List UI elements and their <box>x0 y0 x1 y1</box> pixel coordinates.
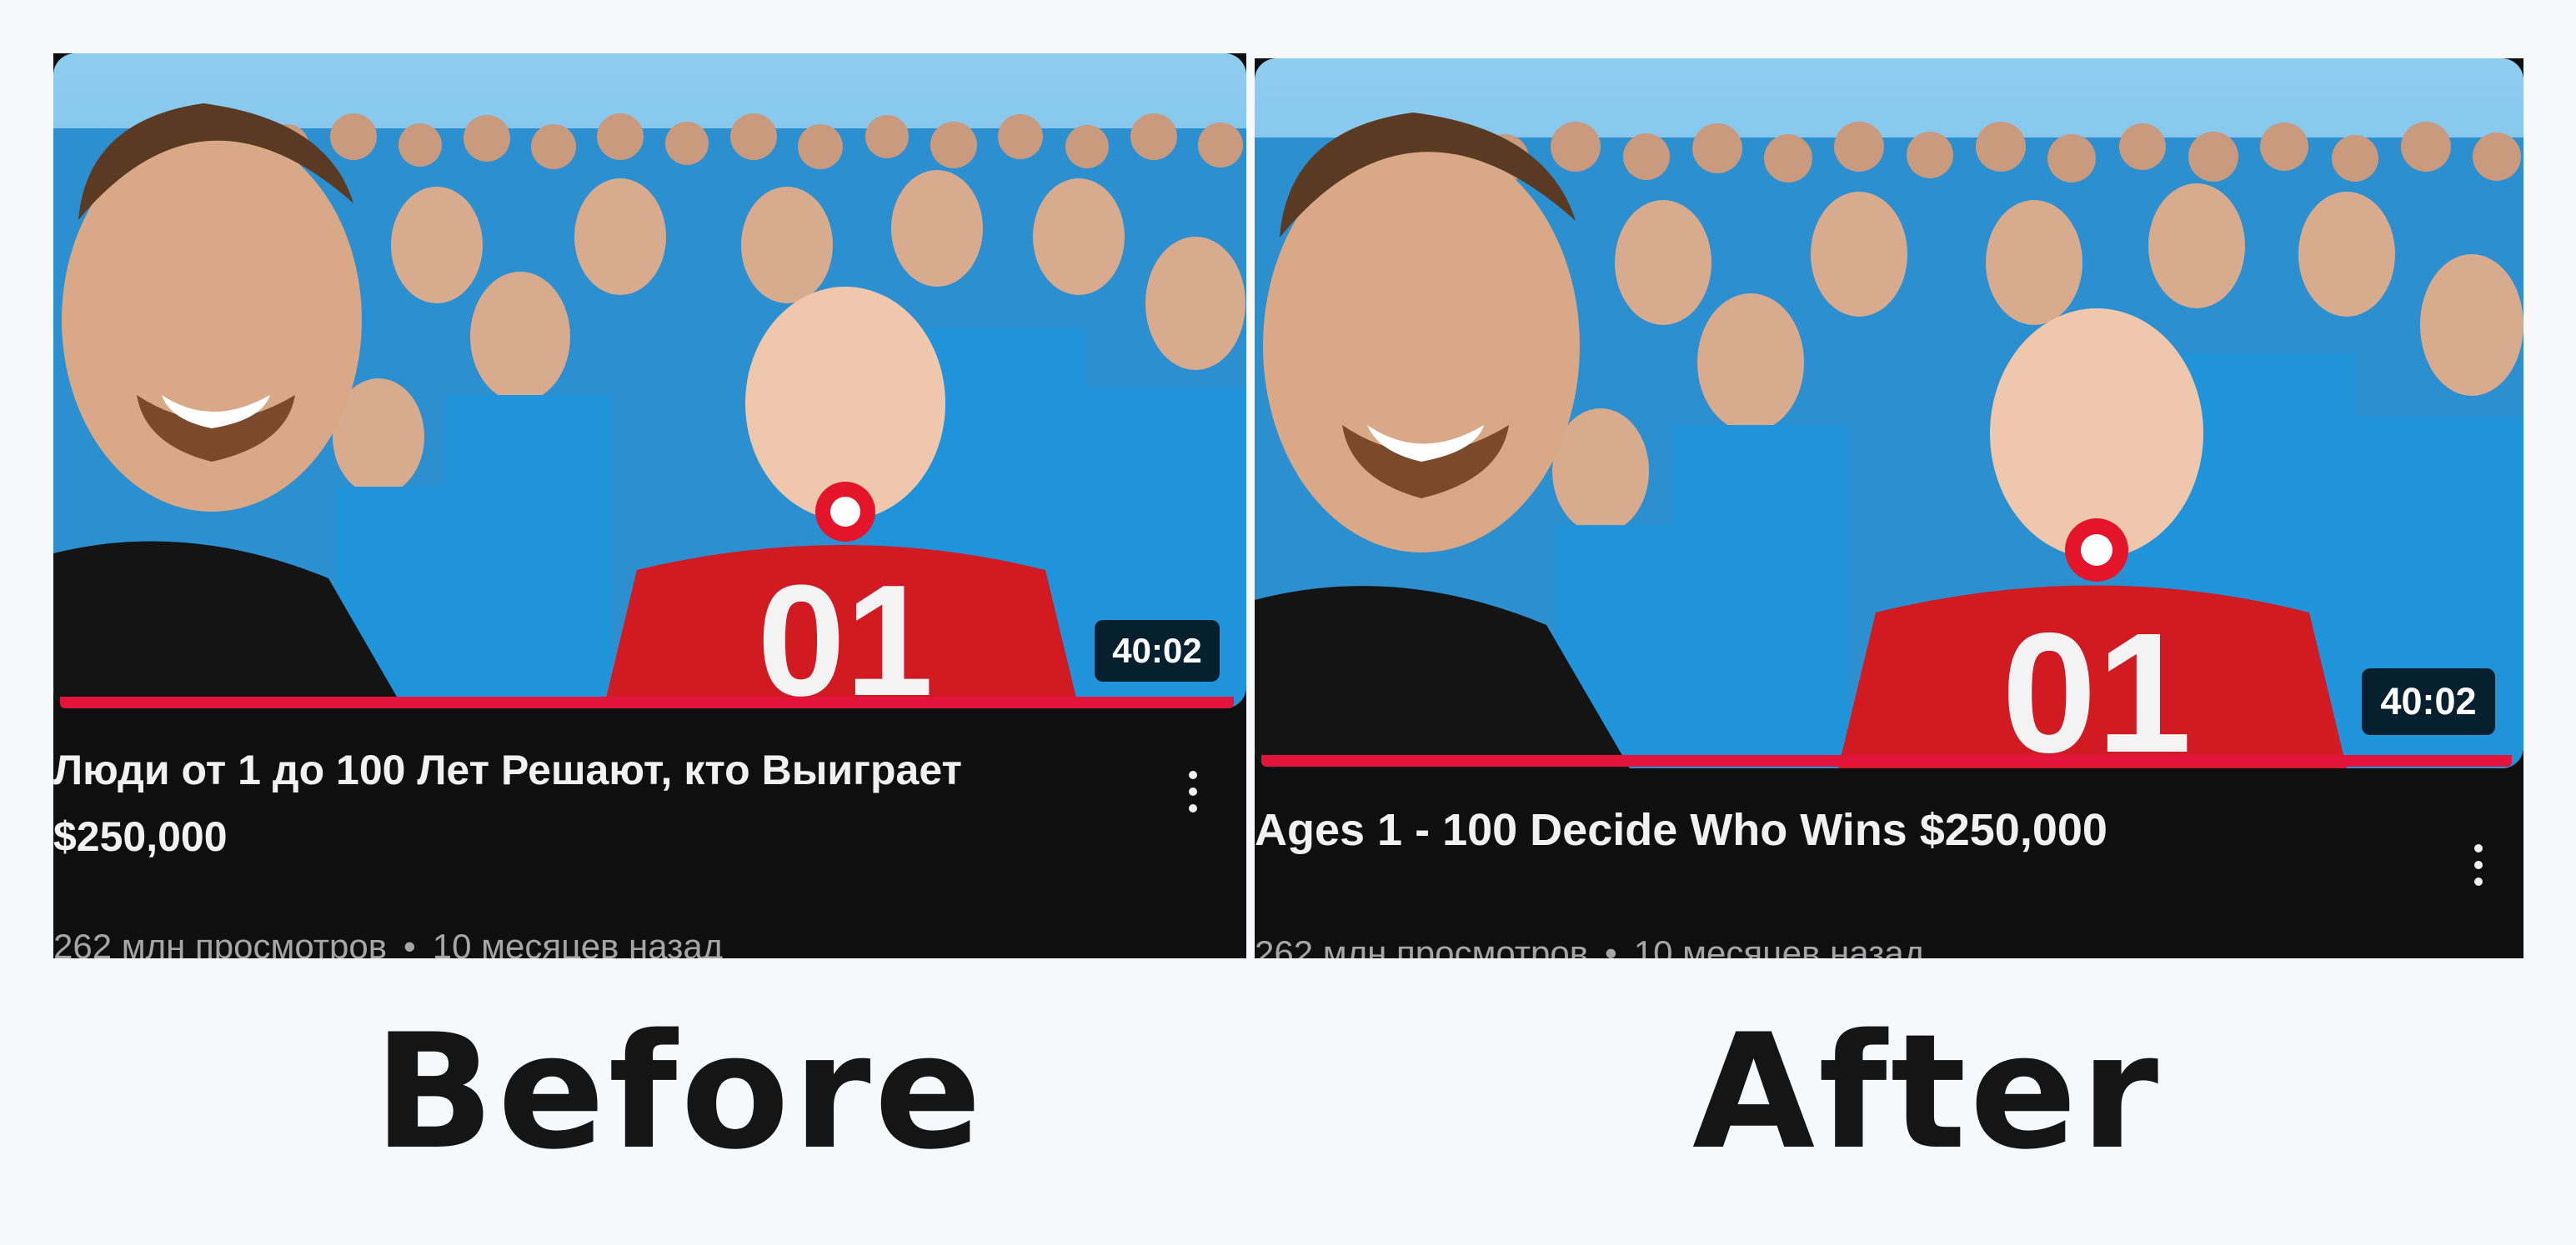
more-options-icon[interactable] <box>1176 758 1210 825</box>
video-thumbnail[interactable]: 01 <box>1255 58 2523 768</box>
view-count: 262 млн просмотров <box>53 927 388 958</box>
meta-separator: • <box>1605 933 1617 958</box>
duration-badge: 40:02 <box>2362 668 2495 735</box>
after-caption: After <box>1692 1000 2163 1184</box>
watch-progress-bar <box>60 697 1234 708</box>
video-thumbnail[interactable]: 01 <box>53 53 1246 708</box>
video-card-before[interactable]: 01 40:02 Люди от 1 до 100 Лет Решают, кт… <box>53 53 1246 958</box>
video-title[interactable]: Ages 1 - 100 Decide Who Wins $250,000 <box>1255 793 2388 867</box>
thumbnail-image: 01 <box>1255 58 2523 768</box>
thumbnail-image: 01 <box>53 53 1246 708</box>
video-meta: 262 млн просмотров • 10 месяцев назад <box>1255 933 1924 958</box>
more-options-icon[interactable] <box>2462 832 2495 898</box>
video-title[interactable]: Люди от 1 до 100 Лет Решают, кто Выиграе… <box>53 737 1129 870</box>
meta-separator: • <box>403 927 416 958</box>
upload-age: 10 месяцев назад <box>432 927 724 958</box>
before-caption: Before <box>373 1000 985 1184</box>
upload-age: 10 месяцев назад <box>1633 933 1925 958</box>
video-card-after[interactable]: 01 40:02 Ages 1 - 100 Decide Who Wins $2… <box>1255 58 2523 958</box>
view-count: 262 млн просмотров <box>1255 933 1589 958</box>
video-meta: 262 млн просмотров • 10 месяцев назад <box>53 927 723 958</box>
duration-badge: 40:02 <box>1095 620 1220 682</box>
watch-progress-bar <box>1261 755 2512 767</box>
svg-text:01: 01 <box>757 552 933 708</box>
svg-text:01: 01 <box>2002 598 2192 768</box>
